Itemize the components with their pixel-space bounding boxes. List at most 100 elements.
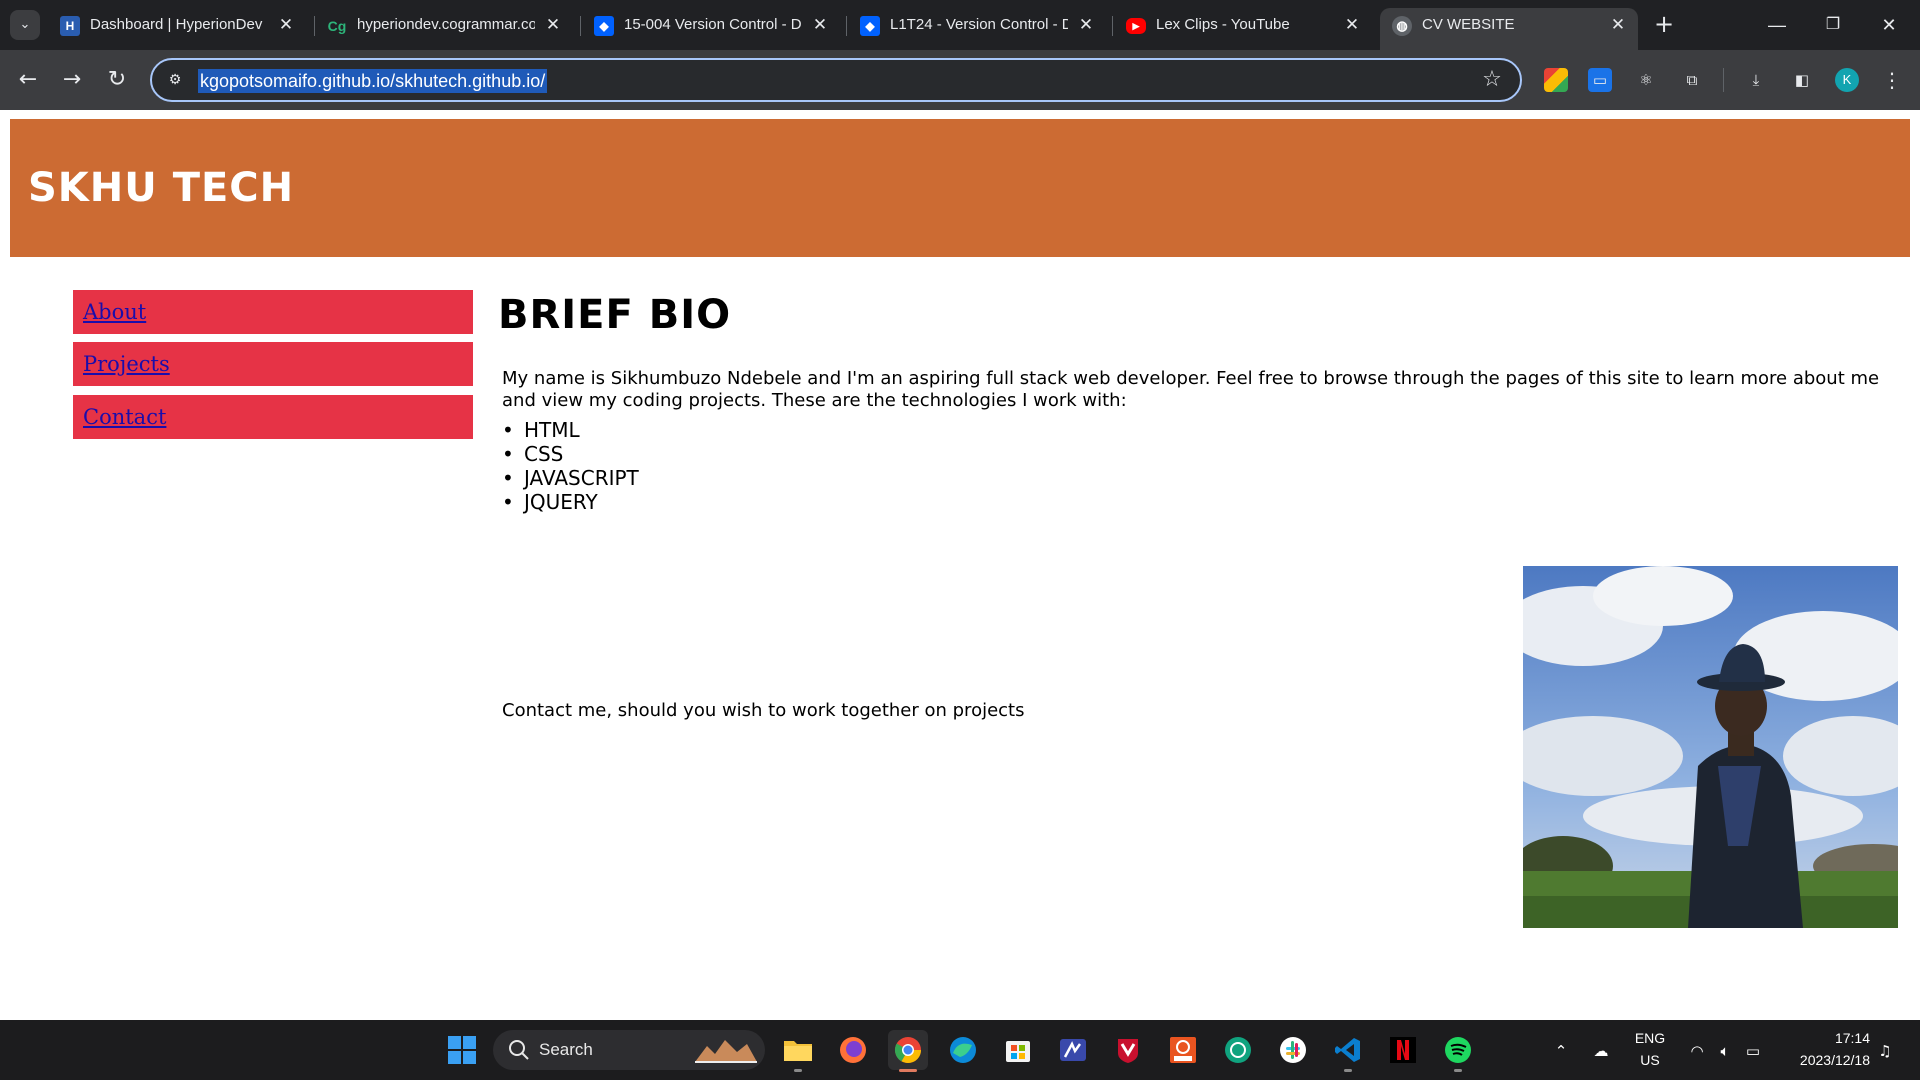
download-icon[interactable]: ⤓ bbox=[1744, 68, 1768, 92]
color-extension-icon[interactable] bbox=[1544, 68, 1568, 92]
tab-title: Lex Clips - YouTube bbox=[1156, 16, 1290, 33]
tab-search-button[interactable]: ⌄ bbox=[10, 10, 40, 40]
spotify-icon[interactable] bbox=[1438, 1030, 1478, 1070]
window-extension-icon[interactable]: ▭ bbox=[1588, 68, 1612, 92]
profile-photo bbox=[1523, 566, 1898, 928]
tab-title: L1T24 - Version Control - D bbox=[890, 16, 1068, 33]
tab-divider bbox=[846, 16, 847, 36]
reload-button[interactable]: ↻ bbox=[101, 64, 133, 96]
web-page: SKHU TECH About Projects Contact BRIEF B… bbox=[0, 110, 1920, 1020]
clock-date[interactable]: 2023/12/18 bbox=[1780, 1052, 1870, 1068]
edge-icon[interactable] bbox=[943, 1030, 983, 1070]
url-text[interactable]: kgopotsomaifo.github.io/skhutech.github.… bbox=[198, 69, 548, 93]
arrow-left-icon: ← bbox=[18, 67, 38, 92]
arrow-right-icon: → bbox=[62, 67, 82, 92]
side-panel-icon[interactable]: ◧ bbox=[1790, 68, 1814, 92]
profile-avatar[interactable]: K bbox=[1835, 68, 1859, 92]
tab-title: CV WEBSITE bbox=[1422, 16, 1515, 33]
chevron-up-icon[interactable]: ⌃ bbox=[1550, 1040, 1572, 1062]
site-info-icon[interactable]: ⚙ bbox=[164, 69, 186, 91]
windows-taskbar: Search ⌃ ☁ ENG US ◠ 🔈︎ ▭ 17:14 2023/12/1… bbox=[0, 1020, 1920, 1080]
list-item: • CSS bbox=[502, 442, 564, 466]
notification-bell-icon[interactable]: ♫︎ bbox=[1874, 1040, 1896, 1062]
battery-icon[interactable]: ▭ bbox=[1742, 1040, 1764, 1062]
technology-label: HTML bbox=[524, 418, 580, 442]
chrome-icon[interactable] bbox=[888, 1030, 928, 1070]
tab-title: Dashboard | HyperionDev bbox=[90, 16, 263, 33]
slack-icon[interactable] bbox=[1273, 1030, 1313, 1070]
close-icon[interactable]: ✕ bbox=[276, 14, 296, 36]
onedrive-icon[interactable]: ☁ bbox=[1590, 1040, 1612, 1062]
tab-divider bbox=[580, 16, 581, 36]
taskbar-search[interactable]: Search bbox=[493, 1030, 765, 1070]
site-header: SKHU TECH bbox=[10, 119, 1910, 257]
cogrammar-icon: Cg bbox=[327, 18, 347, 34]
region-indicator[interactable]: US bbox=[1630, 1052, 1670, 1068]
forward-button[interactable]: → bbox=[56, 64, 88, 96]
running-indicator bbox=[1344, 1069, 1352, 1072]
new-tab-button[interactable]: + bbox=[1650, 10, 1678, 40]
technology-label: CSS bbox=[524, 442, 564, 466]
technology-list: • HTML • CSS • JAVASCRIPT • JQUERY bbox=[502, 418, 902, 514]
browser-toolbar: ← → ↻ ⚙ kgopotsomaifo.github.io/skhutech… bbox=[0, 50, 1920, 110]
restore-button[interactable]: ❐ bbox=[1810, 8, 1856, 42]
tab-version-control-1[interactable]: ◆ 15-004 Version Control - D ✕ bbox=[582, 8, 840, 42]
youtube-icon: ▶ bbox=[1126, 18, 1146, 34]
list-item: • JAVASCRIPT bbox=[502, 466, 639, 490]
app-blue-icon[interactable] bbox=[1053, 1030, 1093, 1070]
netflix-icon[interactable] bbox=[1383, 1030, 1423, 1070]
wifi-icon[interactable]: ◠ bbox=[1686, 1040, 1708, 1062]
hyperiondev-icon: H bbox=[60, 16, 80, 36]
tab-divider bbox=[1112, 16, 1113, 36]
running-indicator bbox=[1454, 1069, 1462, 1072]
tab-version-control-2[interactable]: ◆ L1T24 - Version Control - D ✕ bbox=[848, 8, 1106, 42]
minimize-button[interactable]: — bbox=[1754, 8, 1800, 42]
nav-link-about[interactable]: About bbox=[73, 290, 473, 334]
search-label: Search bbox=[539, 1040, 593, 1059]
dropbox-icon: ◆ bbox=[860, 16, 880, 36]
bookmark-star-icon[interactable]: ☆ bbox=[1478, 66, 1506, 94]
address-bar[interactable]: ⚙ kgopotsomaifo.github.io/skhutech.githu… bbox=[150, 58, 1522, 102]
technology-label: JQUERY bbox=[524, 490, 598, 514]
tab-title: hyperiondev.cogrammar.co bbox=[357, 16, 535, 33]
windows-logo-icon bbox=[448, 1036, 476, 1064]
site-title: SKHU TECH bbox=[28, 165, 295, 211]
nav-link-contact[interactable]: Contact bbox=[73, 395, 473, 439]
tab-title: 15-004 Version Control - D bbox=[624, 16, 802, 33]
firefox-icon[interactable] bbox=[833, 1030, 873, 1070]
clock-time[interactable]: 17:14 bbox=[1780, 1030, 1870, 1046]
nav-link-projects[interactable]: Projects bbox=[73, 342, 473, 386]
active-indicator bbox=[899, 1069, 917, 1072]
volume-icon[interactable]: 🔈︎ bbox=[1714, 1040, 1736, 1062]
vscode-icon[interactable] bbox=[1328, 1030, 1368, 1070]
tab-youtube[interactable]: ▶ Lex Clips - YouTube ✕ bbox=[1114, 8, 1372, 42]
close-icon[interactable]: ✕ bbox=[543, 14, 563, 36]
chatgpt-icon[interactable] bbox=[1218, 1030, 1258, 1070]
chevron-down-icon: ⌄ bbox=[19, 17, 31, 32]
microsoft-store-icon[interactable] bbox=[998, 1030, 1038, 1070]
search-icon bbox=[509, 1040, 529, 1060]
close-icon[interactable]: ✕ bbox=[1076, 14, 1096, 36]
search-highlight-icon bbox=[695, 1040, 757, 1063]
reload-icon: ↻ bbox=[107, 67, 127, 92]
ubuntu-icon[interactable] bbox=[1163, 1030, 1203, 1070]
tab-cv-website[interactable]: ◍ CV WEBSITE ✕ bbox=[1380, 8, 1638, 50]
react-devtools-icon[interactable]: ⚛ bbox=[1634, 68, 1658, 92]
back-button[interactable]: ← bbox=[12, 64, 44, 96]
list-item: • HTML bbox=[502, 418, 580, 442]
extensions-icon[interactable]: ⧉ bbox=[1680, 68, 1704, 92]
tab-dashboard[interactable]: H Dashboard | HyperionDev ✕ bbox=[48, 8, 306, 42]
window-close-button[interactable]: ✕ bbox=[1866, 8, 1912, 42]
close-icon[interactable]: ✕ bbox=[1342, 14, 1362, 36]
contact-text: Contact me, should you wish to work toge… bbox=[502, 700, 1025, 721]
file-explorer-icon[interactable] bbox=[778, 1030, 818, 1070]
start-button[interactable] bbox=[442, 1030, 482, 1070]
close-icon[interactable]: ✕ bbox=[1608, 14, 1628, 36]
close-icon[interactable]: ✕ bbox=[810, 14, 830, 36]
tab-cogrammar[interactable]: Cg hyperiondev.cogrammar.co ✕ bbox=[315, 8, 573, 42]
language-indicator[interactable]: ENG bbox=[1630, 1030, 1670, 1046]
tab-strip: ⌄ H Dashboard | HyperionDev ✕ Cg hyperio… bbox=[0, 0, 1920, 50]
running-indicator bbox=[794, 1069, 802, 1072]
mcafee-icon[interactable] bbox=[1108, 1030, 1148, 1070]
more-menu-icon[interactable]: ⋮ bbox=[1880, 68, 1904, 92]
